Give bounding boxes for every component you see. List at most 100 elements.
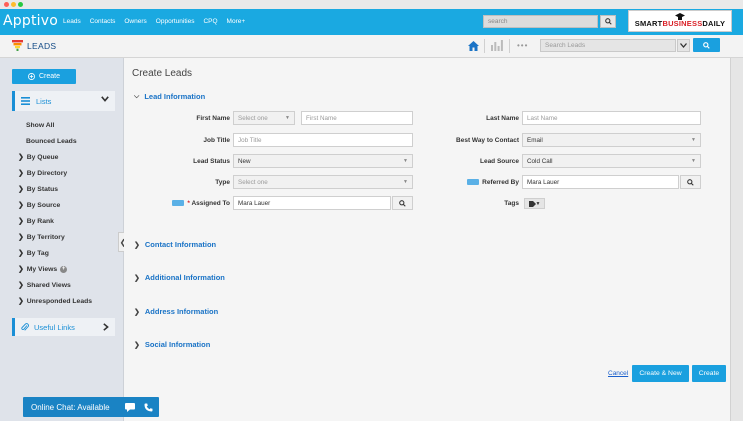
nav-link-owners[interactable]: Owners — [124, 18, 146, 25]
best-way-select[interactable]: Email ▼ — [522, 133, 701, 147]
assigned-to-input[interactable]: Mara Lauer — [233, 196, 391, 210]
create-button[interactable]: Create — [12, 69, 76, 84]
caret-down-icon: ▼ — [691, 158, 696, 164]
nav-link-contacts[interactable]: Contacts — [90, 18, 116, 25]
sidebar-item-bounced-leads[interactable]: Bounced Leads — [18, 133, 118, 149]
lead-status-select[interactable]: New ▼ — [233, 154, 413, 168]
sidebar-item-by-source[interactable]: ❯ By Source — [18, 197, 118, 213]
nav-link-more[interactable]: More+ — [227, 18, 246, 25]
divider — [484, 39, 485, 53]
job-title-input[interactable]: Job Title — [233, 133, 413, 147]
chevron-right-icon: ❯ — [18, 250, 24, 257]
sidebar-item-by-tag[interactable]: ❯ By Tag — [18, 245, 118, 261]
search-icon — [399, 199, 406, 207]
more-options-icon[interactable]: ••• — [517, 41, 528, 50]
tags-dropdown-button[interactable]: ▼ — [524, 198, 545, 209]
search-filter-dropdown[interactable] — [677, 39, 690, 52]
sidebar-item-shared-views[interactable]: ❯ Shared Views — [18, 277, 118, 293]
search-icon — [687, 178, 694, 186]
home-button[interactable] — [466, 39, 480, 53]
paperclip-icon — [21, 322, 29, 331]
useful-links-panel[interactable]: Useful Links — [12, 318, 115, 336]
chevron-down-icon: ⌵ — [134, 92, 140, 100]
chevron-right-icon: ❯ — [134, 274, 140, 282]
cancel-link[interactable]: Cancel — [608, 370, 628, 377]
chevron-right-icon: ❯ — [18, 234, 24, 241]
lead-source-label: Lead Source — [479, 158, 519, 165]
analytics-button[interactable] — [491, 40, 503, 53]
tag-icon — [528, 200, 536, 207]
referred-by-input[interactable]: Mara Lauer — [522, 175, 679, 189]
create-submit-button[interactable]: Create — [692, 365, 726, 382]
chevron-right-icon: ❯ — [18, 154, 24, 161]
sidebar-item-by-queue[interactable]: ❯ By Queue — [18, 149, 118, 165]
nav-link-leads[interactable]: Leads — [63, 18, 81, 25]
assigned-to-label: * Assigned To — [164, 200, 230, 207]
window-titlebar — [0, 0, 743, 9]
assigned-to-search-button[interactable] — [392, 196, 413, 210]
lists-panel-header[interactable]: Lists — [12, 91, 115, 111]
sidebar-item-my-views[interactable]: ❯ My Views + — [18, 261, 118, 277]
caret-down-icon: ▼ — [691, 137, 696, 143]
sidebar-item-unresponded-leads[interactable]: ❯ Unresponded Leads — [18, 293, 118, 309]
section-address-information[interactable]: ❯ Address Information — [134, 307, 218, 316]
right-scroll-panel[interactable] — [730, 58, 743, 421]
section-additional-information[interactable]: ❯ Additional Information — [134, 273, 225, 282]
chevron-right-icon: ❯ — [18, 266, 24, 273]
nav-links: Leads Contacts Owners Opportunities CPQ … — [63, 18, 245, 25]
search-leads-button[interactable] — [693, 38, 720, 52]
divider — [509, 39, 510, 53]
referred-by-label: Referred By — [444, 179, 519, 186]
last-name-input[interactable]: Last Name — [522, 111, 701, 125]
referred-by-search-button[interactable] — [680, 175, 701, 189]
lists-menu: Show All Bounced Leads ❯ By Queue ❯ By Dir… — [18, 117, 118, 309]
phone-icon[interactable] — [143, 402, 153, 412]
lead-source-select[interactable]: Cold Call ▼ — [522, 154, 701, 168]
chevron-right-icon: ❯ — [18, 282, 24, 289]
search-leads-input[interactable]: Search Leads — [540, 39, 676, 52]
first-name-input[interactable]: First Name — [301, 111, 413, 125]
online-chat-widget[interactable]: Online Chat: Available — [23, 397, 159, 417]
plus-circle-icon — [28, 73, 35, 80]
type-select[interactable]: Select one ▼ — [233, 175, 413, 189]
chevron-down-icon — [680, 43, 687, 48]
section-contact-information[interactable]: ❯ Contact Information — [134, 240, 216, 249]
chevron-right-icon: ❯ — [18, 202, 24, 209]
section-social-information[interactable]: ❯ Social Information — [134, 340, 210, 349]
maximize-window-button[interactable] — [18, 2, 23, 7]
add-view-icon[interactable]: + — [60, 265, 68, 273]
best-way-label: Best Way to Contact — [456, 137, 519, 144]
contact-card-icon — [467, 179, 480, 186]
smartbusinessdaily-watermark: SMART BUSINESS DAILY — [628, 10, 732, 32]
nav-link-opportunities[interactable]: Opportunities — [156, 18, 195, 25]
chevron-right-icon: ❯ — [18, 170, 24, 177]
sidebar-item-by-status[interactable]: ❯ By Status — [18, 181, 118, 197]
global-search-button[interactable] — [600, 15, 616, 28]
close-window-button[interactable] — [4, 2, 9, 7]
chevron-right-icon: ❯ — [18, 298, 24, 305]
create-and-new-button[interactable]: Create & New — [632, 365, 689, 382]
chevron-right-icon — [103, 323, 109, 331]
section-lead-information[interactable]: ⌵ Lead Information — [134, 92, 205, 101]
list-icon — [21, 97, 30, 105]
chevron-right-icon: ❯ — [134, 341, 140, 349]
sidebar-item-show-all[interactable]: Show All — [18, 117, 118, 133]
salutation-select[interactable]: Select one ▼ — [233, 111, 295, 125]
module-header: LEADS ••• Search Leads — [0, 35, 743, 58]
sidebar-item-by-rank[interactable]: ❯ By Rank — [18, 213, 118, 229]
caret-down-icon: ▼ — [535, 200, 541, 207]
home-icon — [467, 41, 479, 51]
type-label: Type — [215, 179, 230, 186]
first-name-label: First Name — [196, 115, 230, 122]
sidebar-item-by-directory[interactable]: ❯ By Directory — [18, 165, 118, 181]
chat-bubble-icon[interactable] — [125, 402, 135, 412]
apptivo-logo[interactable]: Apptivo — [3, 13, 58, 29]
nav-link-cpq[interactable]: CPQ — [203, 18, 217, 25]
module-title: LEADS — [12, 40, 56, 51]
sidebar-item-by-territory[interactable]: ❯ By Territory — [18, 229, 118, 245]
global-search-input[interactable]: search — [483, 15, 598, 28]
sidebar: Create Lists Show All Bounced Leads ❯ By … — [0, 58, 124, 421]
chevron-right-icon: ❯ — [134, 308, 140, 316]
minimize-window-button[interactable] — [11, 2, 16, 7]
leads-funnel-icon — [12, 40, 23, 51]
